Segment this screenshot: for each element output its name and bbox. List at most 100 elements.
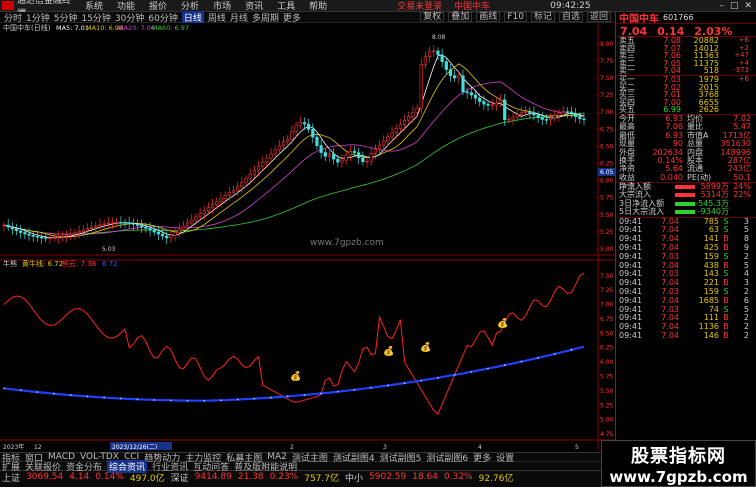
ask-row: 卖三 7.06 11363 +47 — [616, 52, 756, 60]
price-tick: 7.00 — [600, 109, 614, 116]
indicator-line3-label: 6.72 — [102, 260, 118, 268]
tool-button[interactable]: 返回 — [586, 12, 611, 22]
info-tab[interactable]: 关联报价 — [25, 460, 61, 473]
info-tab[interactable]: 资金分布 — [66, 460, 102, 473]
bid-row: 买二 7.02 2015 — [616, 83, 756, 92]
minimize-icon[interactable]: – — [719, 1, 724, 11]
indicator-tab[interactable]: 测试副图5 — [380, 451, 422, 464]
tool-button[interactable]: F10 — [504, 12, 527, 22]
candle-up — [236, 186, 240, 192]
indicator-tab[interactable]: 设置 — [496, 451, 514, 464]
period-tab[interactable]: 60分钟 — [148, 11, 177, 24]
blue-trend-dot — [270, 396, 272, 399]
flow-value: -9340万 — [697, 207, 729, 217]
period-tab[interactable]: 更多 — [283, 11, 301, 24]
tool-button[interactable]: 复权 — [420, 12, 445, 22]
index-pct: 0.32% — [444, 472, 473, 482]
period-tab[interactable]: 30分钟 — [115, 11, 144, 24]
tool-button[interactable]: 叠加 — [448, 12, 473, 22]
flow-row: 5日大宗流入 -9340万 — [616, 207, 756, 217]
candle-up — [519, 111, 524, 115]
kline-chart[interactable]: 中国中车(日线) MA5: 7.01 MA10: 6.98 MA20: 7.06… — [0, 23, 615, 451]
candle-up — [377, 144, 382, 150]
candle-down — [156, 231, 160, 235]
index-name[interactable]: 上证 — [2, 471, 20, 484]
candle-down — [336, 158, 340, 163]
indicator-tab[interactable]: 测试主图 — [292, 451, 328, 464]
ask-change: -373 — [733, 66, 749, 75]
period-tab[interactable]: 15分钟 — [81, 11, 110, 24]
tick-row: 09:41 7.04 146 B 2 — [616, 330, 756, 341]
blue-trend-dot — [503, 364, 506, 366]
maximize-icon[interactable]: □ — [730, 1, 739, 11]
bid-row: 买五 6.99 2626 — [616, 106, 756, 114]
candle-up — [457, 75, 461, 79]
candle-up — [173, 231, 177, 236]
stat-key: PE(动) — [687, 172, 712, 182]
period-tab[interactable]: 月线 — [230, 11, 248, 24]
index-name[interactable]: 中小 — [345, 471, 363, 484]
price-tick: 6.75 — [600, 126, 614, 133]
tick-volume: 146 — [703, 330, 719, 340]
indicator-tab[interactable]: 测试副图6 — [426, 451, 468, 464]
candle-up — [181, 225, 186, 230]
candle-down — [10, 226, 14, 230]
blue-trend-dot — [337, 390, 339, 393]
candle-up — [407, 116, 411, 121]
candle-up — [498, 99, 503, 104]
info-tab[interactable]: 互动问答 — [193, 460, 229, 473]
period-tab[interactable]: 分时 — [4, 11, 22, 24]
quote-panel: 中国中车 601766 7.04 0.14 2.03% 卖五 7.08 20882 +… — [615, 12, 756, 452]
trade-status[interactable]: 交易未登录 — [397, 0, 442, 12]
high-price-label: 8.08 — [432, 34, 446, 41]
blue-trend-dot — [3, 387, 5, 390]
index-amount: 757.7亿 — [304, 473, 339, 484]
candle-down — [160, 233, 165, 237]
candle-up — [77, 231, 81, 234]
blue-trend-dot — [387, 384, 389, 387]
index-name[interactable]: 深证 — [171, 471, 189, 484]
period-tab[interactable]: 1分钟 — [26, 11, 50, 24]
period-tab[interactable]: 5分钟 — [54, 11, 78, 24]
candle-up — [290, 131, 294, 140]
candle-down — [461, 75, 465, 93]
tool-button[interactable]: 标记 — [530, 12, 555, 22]
tick-list[interactable]: 09:41 7.04 785 S 3 09:41 7.04 63 S 5 09:41 7.04 141 B… — [616, 217, 756, 341]
candle-down — [453, 75, 457, 79]
flow-pct — [729, 200, 751, 208]
blue-trend-dot — [403, 382, 406, 384]
close-icon[interactable]: ✕ — [744, 1, 752, 11]
money-bag-icon: 💰 — [290, 370, 301, 382]
stock-header: 中国中车 601766 — [616, 12, 756, 25]
flow-bar — [675, 201, 695, 206]
candle-down — [440, 54, 444, 62]
candle-up — [227, 191, 231, 196]
indicator-tab[interactable]: 更多 — [473, 451, 491, 464]
indicator-tick: 6.50 — [600, 330, 614, 337]
info-tab[interactable]: 普及版附能说明 — [234, 460, 297, 473]
candle-up — [327, 153, 332, 157]
indicator-tick: 5.50 — [600, 388, 614, 395]
flow-key: 5日大宗流入 — [619, 207, 665, 217]
candle-up — [261, 161, 265, 167]
tool-button[interactable]: 自选 — [558, 12, 583, 22]
chart-area[interactable]: 中国中车(日线) MA5: 7.01 MA10: 6.98 MA20: 7.06… — [0, 23, 615, 451]
period-tab-daily[interactable]: 日线 — [181, 10, 204, 24]
candle-down — [144, 226, 148, 229]
candle-up — [390, 132, 394, 138]
menu-help[interactable]: 帮助 — [309, 0, 327, 12]
candle-up — [365, 160, 369, 163]
indicator-tab[interactable]: 测试副图4 — [333, 451, 375, 464]
bid-volume: 2626 — [698, 105, 719, 115]
candle-up — [102, 223, 106, 226]
period-tab[interactable]: 周线 — [208, 11, 226, 24]
ma20-label: MA20: 7.06 — [118, 24, 155, 32]
blue-trend-dot — [69, 394, 72, 396]
bid-row: 买三 7.01 3768 — [616, 91, 756, 99]
indicator-tick: 4.75 — [600, 431, 614, 438]
price-tick: 7.50 — [600, 75, 614, 82]
period-tab[interactable]: 多周期 — [252, 11, 279, 24]
tool-button[interactable]: 画线 — [476, 12, 501, 22]
candle-down — [582, 118, 586, 121]
candle-down — [361, 157, 365, 163]
